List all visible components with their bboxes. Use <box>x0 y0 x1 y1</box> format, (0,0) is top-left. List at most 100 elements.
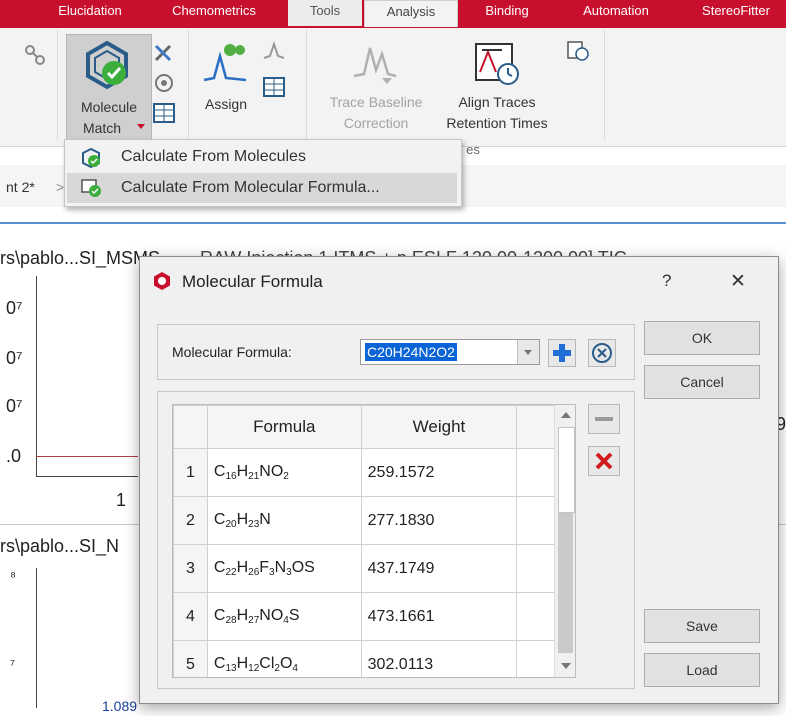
combobox-dropdown[interactable] <box>517 340 539 364</box>
formula-cell[interactable]: C16H21NO2 <box>206 448 362 497</box>
spectrum-settings-icon[interactable] <box>262 40 286 62</box>
row-index-header <box>173 405 208 449</box>
trace-baseline-label-1[interactable]: Trace Baseline <box>318 92 434 112</box>
table-row[interactable]: 5 C13H12Cl2O4 302.0113 <box>173 640 575 677</box>
chevron-up-icon <box>561 412 571 418</box>
weight-cell[interactable]: 259.1572 <box>360 448 518 497</box>
y-axis <box>36 276 37 476</box>
clear-formula-button[interactable] <box>588 339 616 367</box>
y-tick-label: 0⁷ <box>6 348 23 368</box>
menu-item-label: Calculate From Molecules <box>121 148 306 165</box>
scroll-thumb[interactable] <box>558 427 575 513</box>
clear-circle-icon <box>592 343 612 363</box>
molecule-match-label-2: Match <box>82 120 122 136</box>
panel2-path: rs\pablo...SI_N <box>0 536 120 556</box>
ribbon-tab-bar: Elucidation Chemometrics Tools Analysis … <box>0 0 786 28</box>
delete-row-button[interactable] <box>588 446 620 476</box>
load-button[interactable]: Load <box>644 653 760 687</box>
x-axis <box>36 476 138 477</box>
table-icon[interactable] <box>152 102 176 124</box>
formula-cell[interactable]: C20H23N <box>206 496 362 545</box>
tools-icon[interactable] <box>152 42 176 64</box>
link-tool-icon[interactable] <box>22 42 48 68</box>
dropdown-arrow-icon <box>137 124 145 129</box>
align-traces-label-2[interactable]: Retention Times <box>438 113 556 133</box>
formula-cell[interactable]: C22H26F3N3OS <box>206 544 362 593</box>
weight-cell[interactable]: 277.1830 <box>360 496 518 545</box>
table-row[interactable]: 1 C16H21NO2 259.1572 <box>173 448 575 497</box>
peak-label: 1.089 <box>102 698 138 714</box>
formula-table-container: Formula Weight 1 C16H21NO2 259.1572 2 C2 <box>172 404 576 678</box>
tab-tools[interactable]: Tools <box>288 0 362 26</box>
formula-input-value[interactable]: C20H24N2O2 <box>365 343 457 361</box>
tab-chemometrics[interactable]: Chemometrics <box>160 0 268 26</box>
trace-baseline-icon[interactable] <box>352 40 398 86</box>
assign-label[interactable]: Assign <box>196 94 256 114</box>
y-axis <box>36 568 37 708</box>
dialog-title: Molecular Formula <box>182 272 323 291</box>
formula-label: Molecular Formula: <box>172 344 292 360</box>
formula-cell[interactable]: C28H27NO4S <box>206 592 362 641</box>
row-index: 2 <box>173 496 208 545</box>
cancel-button[interactable]: Cancel <box>644 365 760 399</box>
trace-baseline-label-2[interactable]: Correction <box>318 113 434 133</box>
align-traces-icon[interactable] <box>472 40 522 88</box>
panel1-path: rs\pablo...SI_MSMS <box>0 248 161 268</box>
molecule-match-menu: Calculate From Molecules Calculate From … <box>64 139 462 207</box>
assign-table-icon[interactable] <box>262 76 286 98</box>
molecule-match-button[interactable]: Molecule Match <box>66 34 152 140</box>
menu-item-calculate-from-molecules[interactable]: Calculate From Molecules <box>67 142 457 172</box>
formula-combobox[interactable]: C20H24N2O2 <box>360 339 540 365</box>
chevron-down-icon <box>561 663 571 669</box>
formula-table-group: Formula Weight 1 C16H21NO2 259.1572 2 C2 <box>157 391 635 689</box>
y-tick-label: .0 <box>6 446 22 466</box>
weight-cell[interactable]: 302.0113 <box>360 640 518 677</box>
tab-automation[interactable]: Automation <box>566 0 666 26</box>
help-button[interactable]: ? <box>662 271 671 291</box>
remove-row-button[interactable] <box>588 404 620 434</box>
scroll-track[interactable] <box>558 513 573 653</box>
tab-elucidation[interactable]: Elucidation <box>40 0 140 26</box>
scroll-up-button[interactable] <box>555 405 575 425</box>
x-tick-label: 1 <box>116 490 127 510</box>
molecule-compare-icon[interactable] <box>152 72 176 94</box>
tab-stereofitter[interactable]: StereoFitter <box>686 0 786 26</box>
tab-analysis[interactable]: Analysis <box>364 0 458 27</box>
panel-divider <box>0 222 786 224</box>
align-traces-label-1[interactable]: Align Traces <box>438 92 556 112</box>
weight-cell[interactable]: 473.1661 <box>360 592 518 641</box>
molecule-check-icon <box>81 147 101 169</box>
table-row[interactable]: 4 C28H27NO4S 473.1661 <box>173 592 575 641</box>
close-button[interactable]: ✕ <box>730 270 746 293</box>
ribbon-separator <box>604 30 605 140</box>
ribbon-separator <box>57 30 58 140</box>
weight-cell[interactable]: 437.1749 <box>360 544 518 593</box>
add-formula-button[interactable] <box>548 339 576 367</box>
menu-item-calculate-from-formula[interactable]: Calculate From Molecular Formula... <box>67 173 457 203</box>
formula-cell[interactable]: C13H12Cl2O4 <box>206 640 362 677</box>
row-index: 3 <box>173 544 208 593</box>
menu-item-label: Calculate From Molecular Formula... <box>121 179 380 196</box>
row-index: 1 <box>173 448 208 497</box>
ribbon-separator <box>188 30 189 140</box>
tab-binding[interactable]: Binding <box>470 0 544 26</box>
table-row[interactable]: 3 C22H26F3N3OS 437.1749 <box>173 544 575 593</box>
y-tick-label: ⁸ <box>10 568 16 584</box>
molecular-formula-dialog: Molecular Formula ? ✕ Molecular Formula:… <box>139 256 779 704</box>
plus-icon <box>553 344 571 362</box>
formula-table: Formula Weight 1 C16H21NO2 259.1572 2 C2 <box>173 405 575 677</box>
delete-x-icon <box>595 452 613 470</box>
peak-table-icon[interactable] <box>566 40 590 62</box>
column-header-formula[interactable]: Formula <box>206 405 362 449</box>
save-button[interactable]: Save <box>644 609 760 643</box>
ok-button[interactable]: OK <box>644 321 760 355</box>
y-tick-label: ⁷ <box>10 656 16 672</box>
ribbon-separator <box>306 30 307 140</box>
assign-icon[interactable] <box>200 38 250 86</box>
table-row[interactable]: 2 C20H23N 277.1830 <box>173 496 575 545</box>
breadcrumb[interactable]: nt 2* <box>6 179 35 195</box>
column-header-weight[interactable]: Weight <box>360 405 518 449</box>
table-scrollbar[interactable] <box>554 405 575 677</box>
scroll-down-button[interactable] <box>555 655 575 675</box>
formula-input-group: Molecular Formula: C20H24N2O2 <box>157 324 635 380</box>
